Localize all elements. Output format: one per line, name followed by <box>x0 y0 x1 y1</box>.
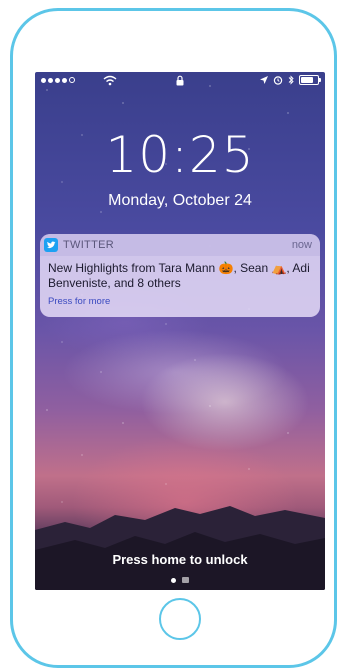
notification-message: New Highlights from Tara Mann 🎃, Sean ⛺,… <box>48 261 310 290</box>
location-arrow-icon <box>260 76 268 84</box>
page-indicator <box>35 577 325 583</box>
notification-app-name: TWITTER <box>63 239 114 251</box>
twitter-notification[interactable]: TWITTER now New Highlights from Tara Man… <box>40 234 320 317</box>
camera-icon[interactable] <box>182 577 189 583</box>
lock-time: 10:25 <box>105 126 255 184</box>
wifi-icon <box>103 75 117 86</box>
page-dot-icon <box>171 577 176 583</box>
lock-date: Monday, October 24 <box>108 192 252 209</box>
signal-dots-icon <box>41 77 75 83</box>
status-bar <box>35 72 325 92</box>
home-button[interactable] <box>159 598 201 640</box>
status-right-group <box>260 75 321 85</box>
mountain-silhouette <box>35 506 325 590</box>
battery-icon <box>299 75 321 85</box>
press-for-more-link[interactable]: Press for more <box>48 296 110 307</box>
notification-time: now <box>291 239 312 251</box>
alarm-clock-icon <box>273 76 283 85</box>
lock-icon <box>176 75 184 86</box>
battery-level <box>301 77 313 83</box>
lock-screen: 10:25 Monday, October 24 TWITTER now New… <box>35 72 325 590</box>
twitter-bird-icon <box>44 238 58 252</box>
notification-header: TWITTER now <box>40 234 320 256</box>
bluetooth-icon <box>288 75 294 85</box>
unlock-hint: Press home to unlock <box>112 552 248 567</box>
